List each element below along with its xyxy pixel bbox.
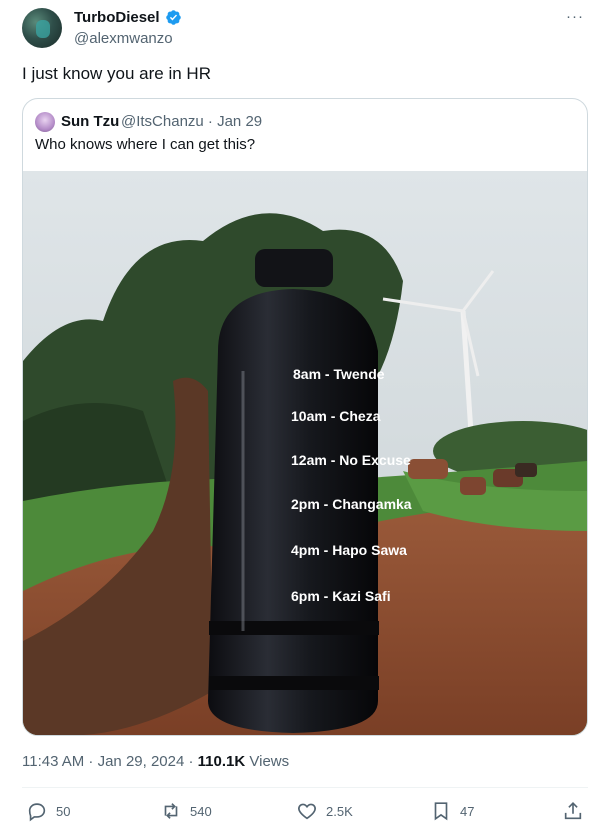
bookmark-count: 47 (460, 803, 475, 819)
share-button[interactable] (562, 800, 584, 822)
views-count: 110.1K (197, 753, 246, 770)
like-button[interactable]: 2.5K (296, 800, 353, 822)
tweet-timestamp[interactable]: 11:43 AM · Jan 29, 2024 · (22, 753, 198, 770)
bottle-label-6: 6pm - Kazi Safi (291, 588, 391, 604)
quoted-tweet[interactable]: Sun Tzu @ItsChanzu · Jan 29 Who knows wh… (22, 98, 588, 736)
quoted-photo[interactable]: 8am - Twende 10am - Cheza 12am - No Excu… (23, 171, 587, 735)
more-options-button[interactable]: ··· (566, 8, 584, 25)
bookmark-button[interactable]: 47 (430, 800, 474, 822)
reply-button[interactable]: 50 (26, 800, 70, 822)
bookmark-icon (434, 802, 448, 821)
heart-icon (298, 803, 316, 820)
like-count: 2.5K (326, 803, 353, 819)
quoted-author-meta: @ItsChanzu · Jan 29 (121, 113, 263, 130)
bottle-label-5: 4pm - Hapo Sawa (291, 542, 407, 558)
bottle-label-4: 2pm - Changamka (291, 496, 412, 512)
bottle-label-3: 12am - No Excuse (291, 452, 411, 468)
bottle-label-2: 10am - Cheza (291, 408, 381, 424)
author-handle[interactable]: @alexmwanzo (74, 30, 173, 47)
quoted-author-avatar[interactable] (35, 112, 55, 132)
quoted-tweet-text: Who knows where I can get this? (35, 136, 256, 153)
repost-button[interactable]: 540 (160, 800, 212, 822)
divider (22, 787, 588, 788)
tweet-timestamp-row: 11:43 AM · Jan 29, 2024 · 110.1K Views (22, 753, 289, 770)
views-label: Views (245, 753, 290, 770)
author-display-name[interactable]: TurboDiesel (74, 9, 160, 26)
bottle-label-1: 8am - Twende (293, 366, 385, 382)
share-icon (564, 802, 582, 820)
repost-icon (164, 803, 178, 819)
quoted-author-name[interactable]: Sun Tzu (61, 113, 119, 130)
repost-count: 540 (190, 803, 212, 819)
verified-badge-icon (166, 10, 181, 25)
reply-count: 50 (56, 803, 71, 819)
tweet-text: I just know you are in HR (22, 64, 211, 83)
author-avatar[interactable] (22, 8, 62, 48)
reply-icon (28, 803, 46, 822)
